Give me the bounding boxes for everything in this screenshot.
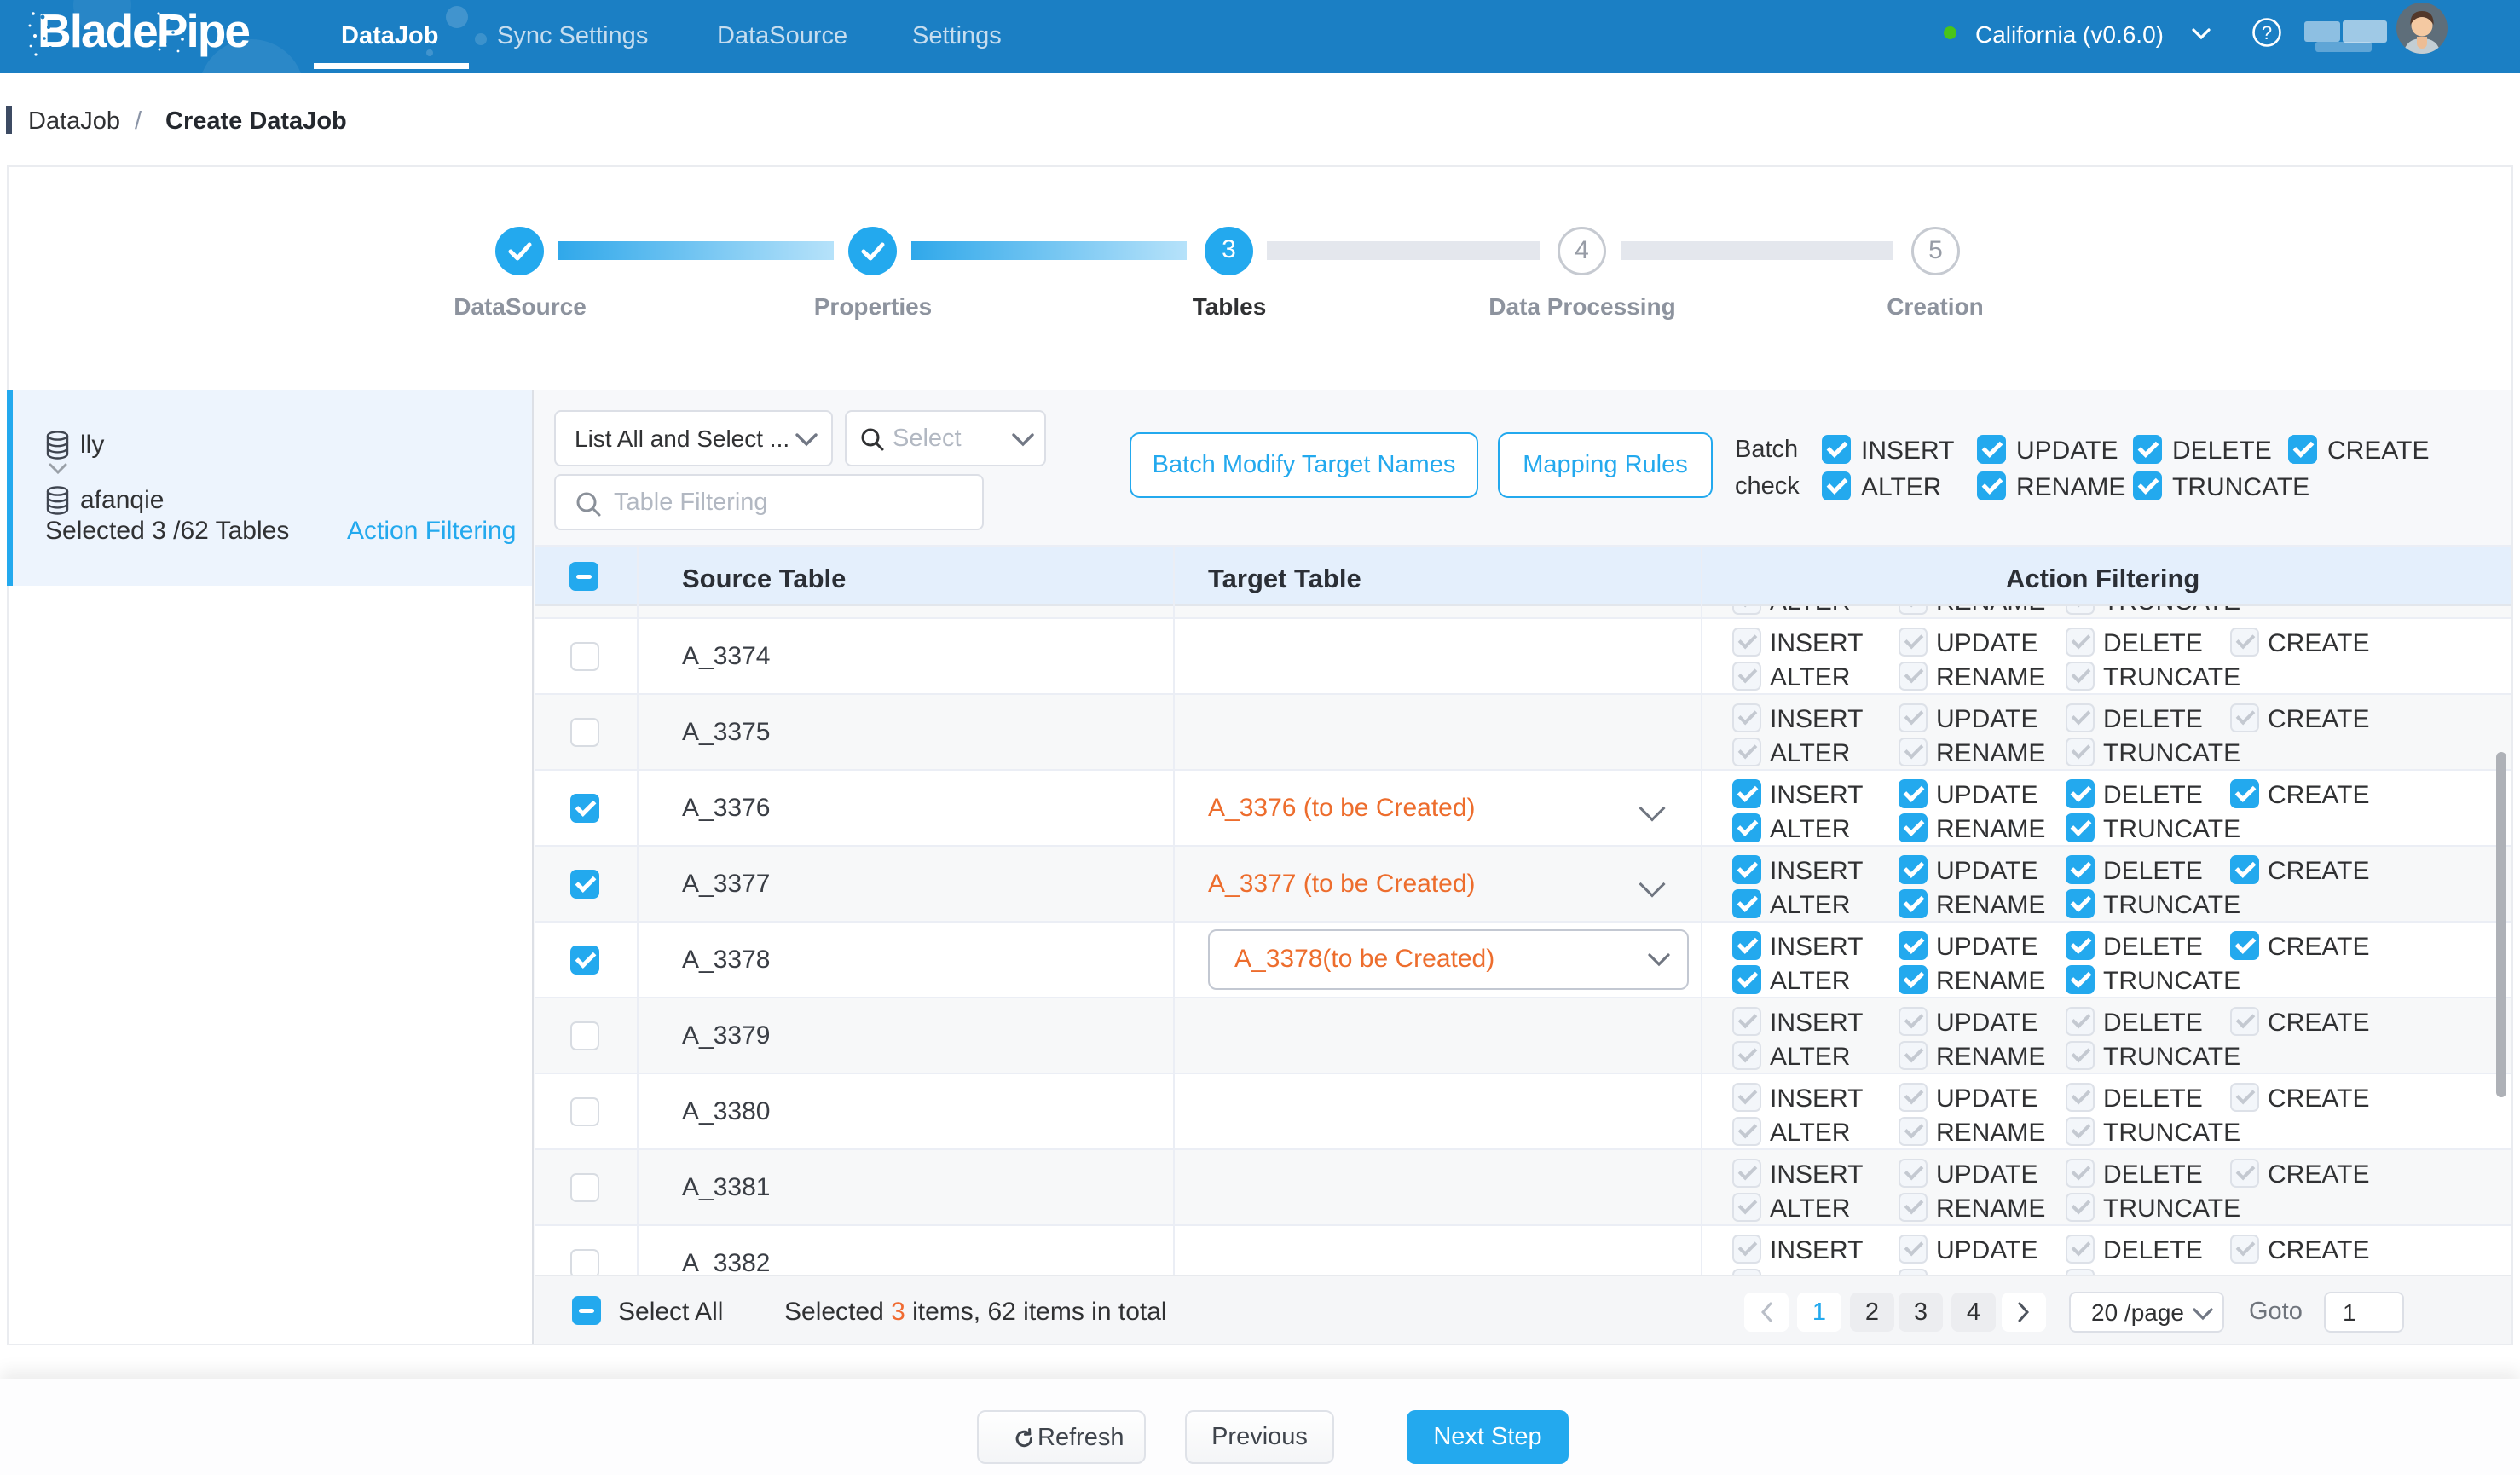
svg-text:?: ?: [2262, 22, 2272, 43]
